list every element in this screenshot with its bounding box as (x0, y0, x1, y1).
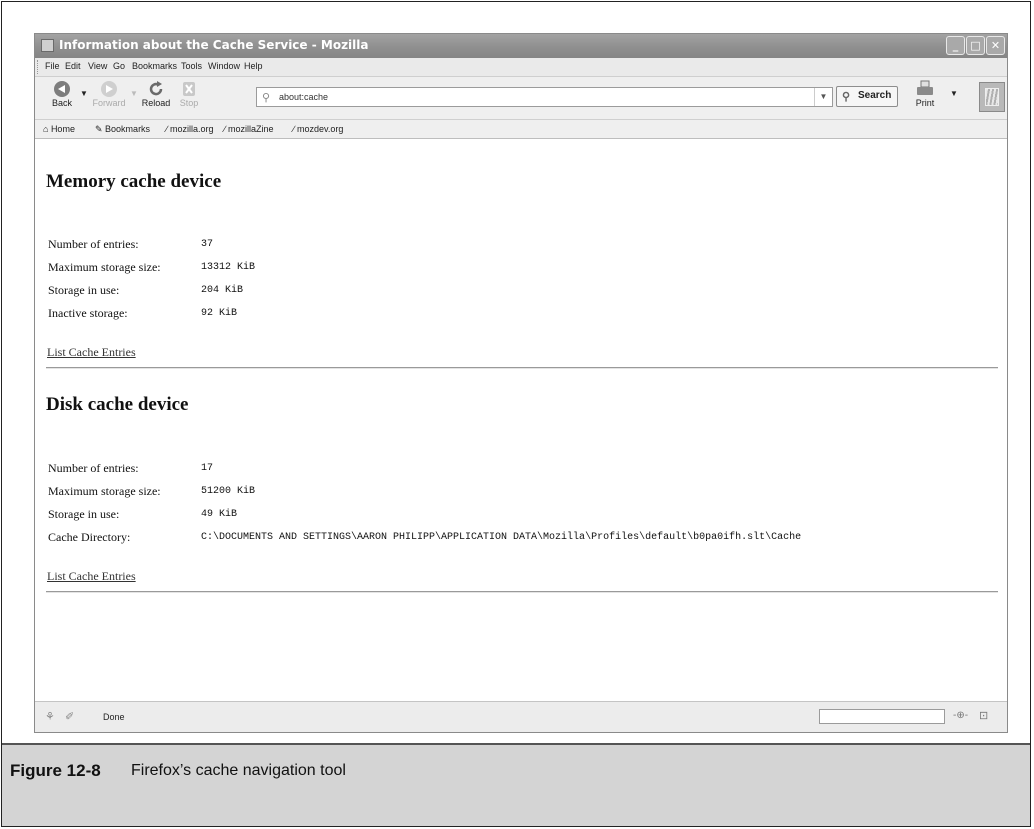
menu-file[interactable]: File (45, 61, 60, 71)
disk-cache-heading: Disk cache device (46, 394, 189, 415)
mozilla-logo-icon (985, 88, 999, 106)
memory-inactive-value: 92 KiB (201, 308, 238, 319)
network-icon: -⊕- (953, 710, 969, 721)
disk-list-entries-link[interactable]: List Cache Entries (47, 569, 136, 584)
bookmark-home[interactable]: ⌂ Home (43, 124, 75, 134)
memory-entries-value: 37 (201, 239, 214, 250)
figure-caption-text: Firefox’s cache navigation tool (131, 762, 346, 779)
window-title: Information about the Cache Service - Mo… (59, 38, 369, 52)
url-dropdown-icon[interactable]: ▼ (814, 88, 832, 106)
memory-list-entries-link[interactable]: List Cache Entries (47, 345, 136, 360)
browser-window: Information about the Cache Service - Mo… (34, 33, 1008, 733)
menu-go[interactable]: Go (113, 61, 125, 71)
disk-directory-label: Cache Directory: (48, 530, 131, 544)
close-button[interactable]: ✕ (986, 36, 1005, 55)
disk-max-size-label: Maximum storage size: (48, 484, 161, 498)
app-icon (41, 39, 54, 52)
reload-label: Reload (141, 98, 171, 108)
search-button[interactable]: ⚲ Search (836, 86, 898, 107)
menu-bookmarks[interactable]: Bookmarks (132, 61, 177, 71)
menu-window[interactable]: Window (208, 61, 240, 71)
bookmarks-icon: ✎ (95, 124, 106, 134)
menu-help[interactable]: Help (244, 61, 263, 71)
memory-max-size-value: 13312 KiB (201, 262, 256, 273)
bookmark-mozdev-org[interactable]: ∕ mozdev.org (293, 124, 343, 134)
disk-entries-label: Number of entries: (48, 461, 139, 475)
back-arrow-icon (54, 81, 70, 97)
back-label: Back (51, 98, 72, 108)
stop-icon (183, 82, 195, 96)
page-content: Memory cache device Number of entries: 3… (35, 139, 1007, 701)
home-icon: ⌂ (43, 124, 51, 134)
url-input[interactable]: about:cache (279, 92, 328, 102)
reload-button[interactable]: Reload (138, 80, 174, 108)
menu-edit[interactable]: Edit (65, 61, 81, 71)
disk-max-size-value: 51200 KiB (201, 486, 256, 497)
navigation-toolbar: Back ▼ Forward ▼ Reload Stop ⚲ about:cac… (35, 76, 1007, 120)
search-icon: ⚲ (842, 91, 851, 103)
memory-in-use-value: 204 KiB (201, 285, 244, 296)
memory-cache-heading: Memory cache device (46, 171, 222, 192)
disk-in-use-label: Storage in use: (48, 507, 120, 521)
figure-caption: Figure 12-8 Firefox’s cache navigation t… (2, 743, 1030, 826)
bookmark-mozilla-org[interactable]: ∕ mozilla.org (166, 124, 214, 134)
forward-label: Forward (92, 98, 126, 108)
section-divider (46, 367, 998, 369)
status-text: Done (103, 712, 125, 722)
memory-entries-label: Number of entries: (48, 237, 139, 251)
progress-bar (819, 709, 945, 724)
back-button[interactable]: Back (47, 80, 77, 108)
menu-grip (37, 60, 41, 74)
throbber[interactable] (979, 82, 1005, 112)
security-lock-icon[interactable]: ⊡ (979, 709, 988, 722)
print-label: Print (915, 98, 935, 108)
minimize-button[interactable]: _ (946, 36, 965, 55)
figure-number: Figure 12-8 (10, 761, 101, 780)
print-dropdown-icon[interactable]: ▼ (950, 89, 958, 98)
menu-bar: File Edit View Go Bookmarks Tools Window… (35, 58, 1007, 76)
print-icon (917, 80, 933, 95)
stop-button[interactable]: Stop (176, 80, 202, 108)
print-button[interactable]: Print (911, 80, 939, 108)
url-bar[interactable]: ⚲ about:cache ▼ (256, 87, 833, 107)
memory-in-use-label: Storage in use: (48, 283, 120, 297)
online-status-icon: ⚘ (45, 711, 55, 723)
maximize-button[interactable]: □ (966, 36, 985, 55)
forward-dropdown-icon[interactable]: ▼ (130, 89, 138, 98)
bookmarks-toolbar: ⌂ Home ✎ Bookmarks ∕ mozilla.org ∕ mozil… (35, 120, 1007, 139)
memory-max-size-label: Maximum storage size: (48, 260, 161, 274)
section-divider (46, 591, 998, 593)
bookmark-mozillazine[interactable]: ∕ mozillaZine (224, 124, 274, 134)
memory-inactive-label: Inactive storage: (48, 306, 128, 320)
forward-button[interactable]: Forward (90, 80, 128, 108)
search-label: Search (858, 90, 892, 101)
disk-in-use-value: 49 KiB (201, 509, 238, 520)
title-bar: Information about the Cache Service - Mo… (35, 34, 1007, 58)
disk-entries-value: 17 (201, 463, 214, 474)
status-bar: ⚘ ✐ Done -⊕- ⊡ (35, 701, 1007, 732)
forward-arrow-icon (101, 81, 117, 97)
disk-directory-value: C:\DOCUMENTS AND SETTINGS\AARON PHILIPP\… (201, 532, 802, 543)
reload-icon (149, 81, 163, 96)
menu-tools[interactable]: Tools (181, 61, 202, 71)
composer-icon[interactable]: ✐ (65, 710, 74, 723)
bookmark-bookmarks[interactable]: ✎ Bookmarks (95, 124, 150, 135)
back-dropdown-icon[interactable]: ▼ (80, 89, 88, 98)
menu-view[interactable]: View (88, 61, 107, 71)
stop-label: Stop (179, 98, 199, 108)
page-icon: ⚲ (262, 92, 271, 104)
